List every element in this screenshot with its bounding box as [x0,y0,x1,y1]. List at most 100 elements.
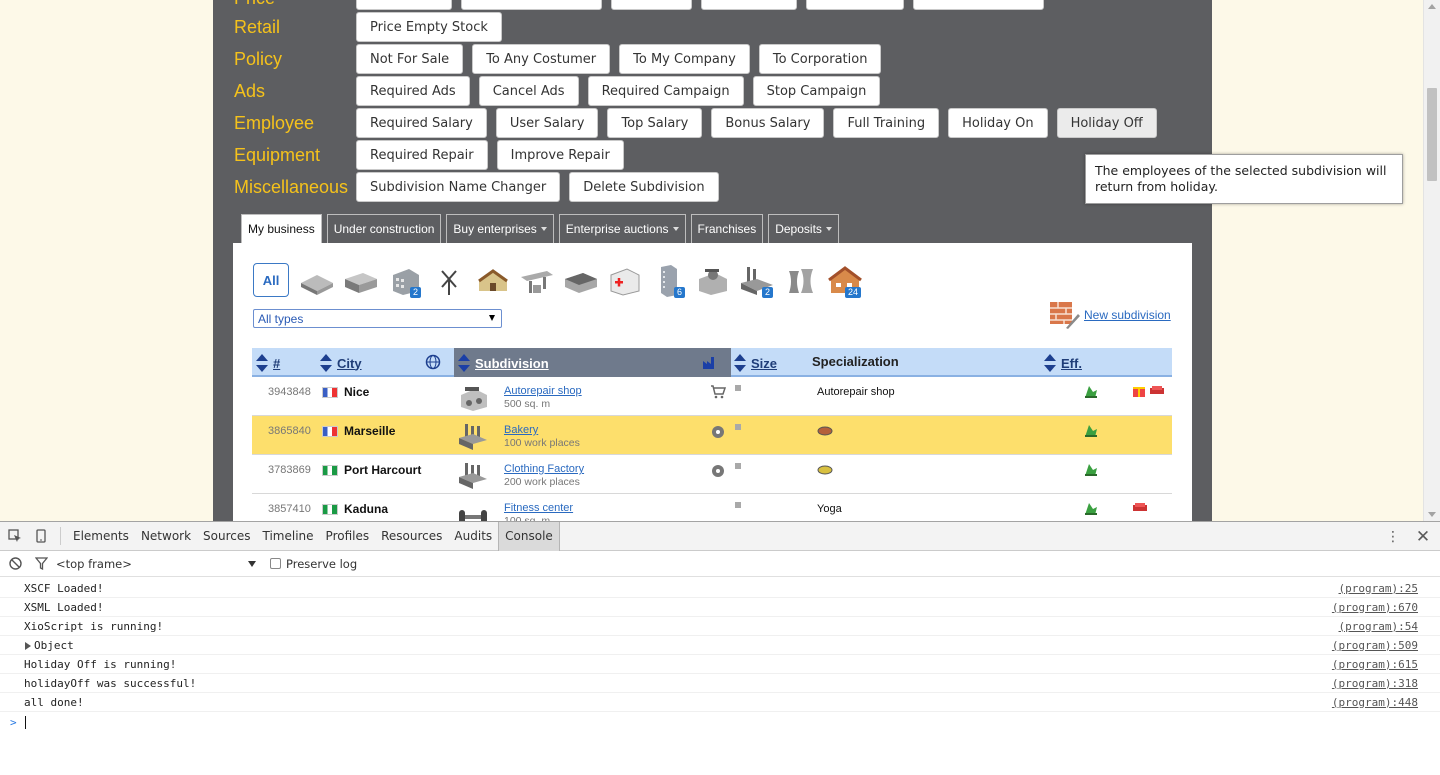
required-salary-button[interactable]: Required Salary [356,108,487,138]
table-row[interactable]: 3943848 Nice Autorepair shop 500 sq. m Autor… [252,377,1172,416]
bonus-salary-button[interactable]: Bonus Salary [711,108,825,138]
price-empty-stock-button[interactable]: Price Empty Stock [356,12,502,42]
expand-triangle-icon[interactable] [25,642,31,650]
partial-button[interactable] [806,0,904,10]
console-source-link[interactable]: (program):509 [1332,639,1418,652]
partial-button[interactable] [461,0,602,10]
table-row[interactable]: 3857410 Kaduna Fitness center 100 sq. m Yoga [252,494,1172,521]
shop-icon[interactable] [559,263,603,297]
devtools-tab-profiles[interactable]: Profiles [320,522,376,551]
close-icon[interactable]: ✕ [1406,522,1440,551]
tab-deposits[interactable]: Deposits [768,214,839,243]
console-source-link[interactable]: (program):670 [1332,601,1418,614]
house-icon[interactable]: 24 [823,263,867,298]
scroll-up-icon[interactable] [1428,4,1436,9]
power-plant-icon[interactable] [779,263,823,297]
devtools-tab-console[interactable]: Console [498,521,560,551]
subdivision-name-changer-button[interactable]: Subdivision Name Changer [356,172,561,202]
tab-enterprise-auctions[interactable]: Enterprise auctions [558,214,686,243]
factory-icon[interactable]: 2 [735,263,779,298]
gas-station-icon[interactable] [515,263,559,297]
devtools-tab-timeline[interactable]: Timeline [257,522,320,551]
globe-icon[interactable] [425,354,441,370]
filter-all-button[interactable]: All [253,263,289,297]
skyscraper-icon[interactable]: 6 [647,263,691,298]
console-source-link[interactable]: (program):448 [1332,696,1418,709]
to-any-costumer-button[interactable]: To Any Costumer [472,44,611,74]
warehouse-icon[interactable] [295,263,339,297]
new-subdivision-link[interactable]: New subdivision [1048,300,1171,330]
console-source-link[interactable]: (program):318 [1332,677,1418,690]
new-subdivision-text[interactable]: New subdivision [1084,308,1171,322]
user-salary-button[interactable]: User Salary [495,108,599,138]
console-prompt[interactable]: > [0,712,1440,732]
console-source-link[interactable]: (program):615 [1332,658,1418,671]
scroll-thumb[interactable] [1427,88,1437,181]
partial-button[interactable] [356,0,452,10]
console-message[interactable]: Object (program):509 [0,636,1440,655]
header-eff[interactable]: Eff. [1044,354,1082,372]
storage-icon[interactable] [339,263,383,297]
table-row[interactable]: 3865840 Marseille Bakery 100 work places [252,416,1172,455]
stop-campaign-button[interactable]: Stop Campaign [752,76,881,106]
partial-button[interactable] [701,0,797,10]
holiday-off-button[interactable]: Holiday Off [1056,108,1157,138]
header-subdivision[interactable]: Subdivision [458,354,549,372]
filter-icon[interactable] [30,549,52,578]
windmill-icon[interactable] [427,263,471,297]
devtools-tab-elements[interactable]: Elements [67,522,135,551]
hospital-icon[interactable] [603,263,647,297]
factory-filter-icon[interactable] [702,355,718,370]
clear-console-icon[interactable] [0,549,30,578]
sort-icon[interactable] [458,354,470,372]
partial-button[interactable] [611,0,692,10]
header-size[interactable]: Size [734,354,777,372]
sort-icon[interactable] [1044,354,1056,372]
sort-icon[interactable] [256,354,268,372]
subdivision-link[interactable]: Fitness center [504,502,573,514]
device-mode-icon[interactable] [28,522,54,551]
workshop-icon[interactable] [691,263,735,297]
devtools-tab-network[interactable]: Network [135,522,197,551]
checkbox-box[interactable] [270,558,281,569]
farm-icon[interactable] [471,263,515,297]
tab-under-construction[interactable]: Under construction [326,214,442,243]
tab-franchises[interactable]: Franchises [690,214,764,243]
sort-icon[interactable] [734,354,746,372]
cancel-ads-button[interactable]: Cancel Ads [478,76,579,106]
subdivision-link[interactable]: Bakery [504,424,580,436]
page-scrollbar[interactable] [1423,0,1440,521]
table-row[interactable]: 3783869 Port Harcourt Clothing Factory 200 … [252,455,1172,494]
scroll-down-icon[interactable] [1428,512,1436,517]
required-campaign-button[interactable]: Required Campaign [587,76,744,106]
partial-button[interactable] [913,0,1044,10]
tab-buy-enterprises[interactable]: Buy enterprises [446,214,554,243]
frame-select[interactable]: <top frame> [56,557,256,571]
preserve-log-checkbox[interactable]: Preserve log [270,557,357,571]
tab-my-business[interactable]: My business [241,214,322,243]
sort-icon[interactable] [320,354,332,372]
holiday-on-button[interactable]: Holiday On [948,108,1048,138]
console-source-link[interactable]: (program):54 [1339,620,1418,633]
console-source-link[interactable]: (program):25 [1339,582,1418,595]
not-for-sale-button[interactable]: Not For Sale [356,44,464,74]
inspect-icon[interactable] [2,522,28,551]
type-select[interactable]: All types [253,309,502,328]
required-ads-button[interactable]: Required Ads [356,76,470,106]
header-id[interactable]: # [256,354,280,372]
full-training-button[interactable]: Full Training [833,108,940,138]
subdivision-link[interactable]: Clothing Factory [504,463,584,475]
to-corporation-button[interactable]: To Corporation [758,44,882,74]
to-my-company-button[interactable]: To My Company [619,44,750,74]
top-salary-button[interactable]: Top Salary [607,108,703,138]
delete-subdivision-button[interactable]: Delete Subdivision [569,172,719,202]
more-menu-icon[interactable]: ⋮ [1380,522,1406,551]
required-repair-button[interactable]: Required Repair [356,140,488,170]
improve-repair-button[interactable]: Improve Repair [496,140,624,170]
devtools-tab-resources[interactable]: Resources [375,522,448,551]
devtools-tab-sources[interactable]: Sources [197,522,256,551]
subdivision-link[interactable]: Autorepair shop [504,385,582,397]
devtools-tab-audits[interactable]: Audits [448,522,498,551]
header-city[interactable]: City [320,354,362,372]
office-icon[interactable]: 2 [383,263,427,298]
